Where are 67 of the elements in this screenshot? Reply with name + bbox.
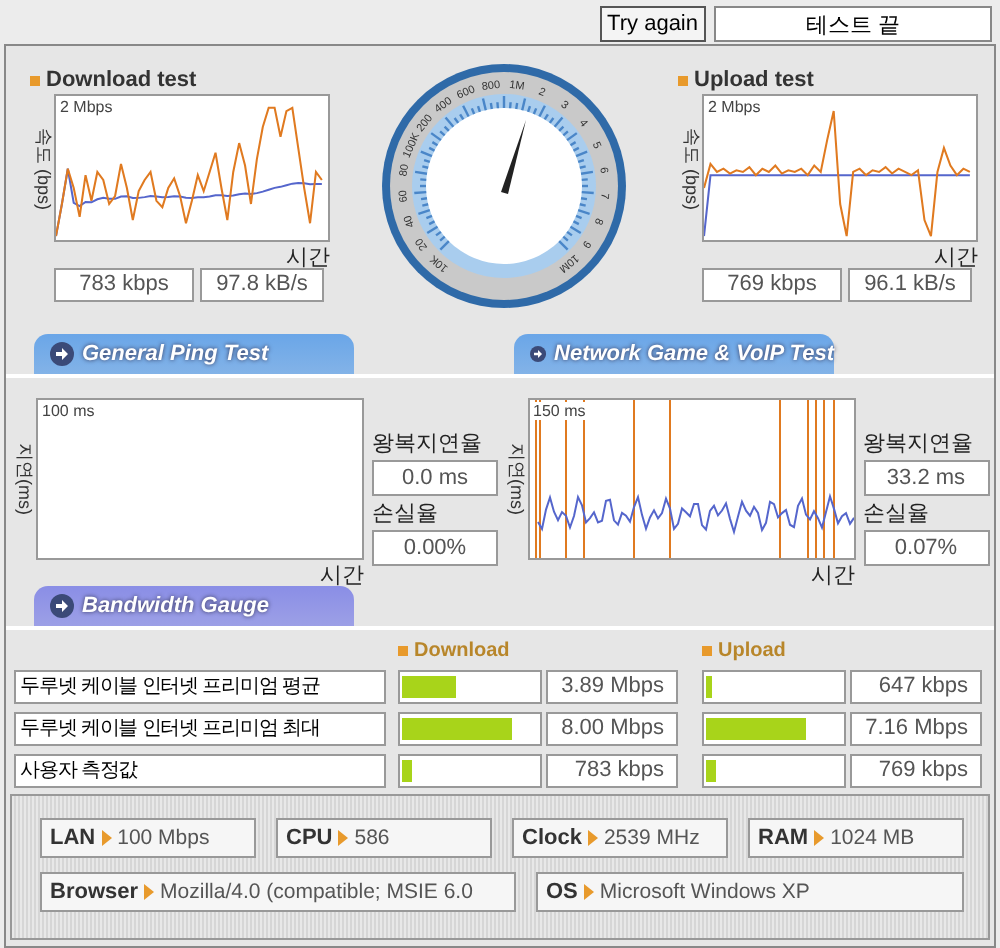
latency-label: 왕복지연율 bbox=[372, 430, 484, 458]
upload-title: Upload test bbox=[694, 68, 814, 92]
loss-label: 손실율 bbox=[372, 500, 440, 528]
speed-value: 7.16 Mbps bbox=[850, 712, 982, 746]
speed-value: 8.00 Mbps bbox=[546, 712, 678, 746]
bullet-icon bbox=[702, 646, 712, 656]
bullet-icon bbox=[30, 75, 40, 85]
loss-field: 0.00% bbox=[372, 530, 498, 566]
info-value: 2539 MHz bbox=[603, 826, 700, 850]
info-label: RAM bbox=[758, 826, 809, 850]
bullet-icon bbox=[398, 646, 408, 656]
axis-label: 지연(ms) bbox=[504, 443, 528, 515]
arrow-icon bbox=[144, 884, 155, 900]
axis-label: 지연(ms) bbox=[13, 443, 37, 515]
info-label: OS bbox=[546, 880, 578, 904]
info-label: CPU bbox=[286, 826, 333, 850]
status-field: 테스트 끝 bbox=[714, 6, 992, 42]
axis-label: 속도 (bps) bbox=[679, 127, 703, 209]
column-heading: Download bbox=[414, 640, 510, 662]
rate-readout: 769 kbps bbox=[702, 268, 842, 302]
speed-value: 769 kbps bbox=[850, 754, 982, 788]
info-value: Microsoft Windows XP bbox=[599, 880, 810, 904]
arrow-icon bbox=[583, 884, 594, 900]
info-label: Clock bbox=[522, 826, 582, 850]
row-label: 두루넷 케이블 인터넷 프리미엄 평균 bbox=[14, 670, 386, 704]
arrow-icon bbox=[587, 830, 598, 846]
row-label: 사용자 측정값 bbox=[14, 754, 386, 788]
axis-label: 속도 (bps) bbox=[31, 127, 55, 209]
speed-value: 647 kbps bbox=[850, 670, 982, 704]
axis-label: 시간 bbox=[320, 562, 364, 586]
scale-label: 150 ms bbox=[531, 402, 588, 420]
speed-value: 783 kbps bbox=[546, 754, 678, 788]
axis-label: 시간 bbox=[286, 244, 330, 268]
rate-readout: 783 kbps bbox=[54, 268, 194, 302]
info-value: 1024 MB bbox=[830, 826, 915, 850]
scale-label: 2 Mbps bbox=[706, 98, 763, 116]
section-title: General Ping Test bbox=[82, 342, 269, 366]
latency-field: 33.2 ms bbox=[863, 460, 989, 496]
latency-label: 왕복지연율 bbox=[863, 430, 975, 458]
info-label: LAN bbox=[50, 826, 96, 850]
arrow-circle-icon bbox=[530, 342, 547, 366]
axis-label: 시간 bbox=[934, 244, 978, 268]
scale-label: 100 ms bbox=[40, 402, 97, 420]
row-label: 두루넷 케이블 인터넷 프리미엄 최대 bbox=[14, 712, 386, 746]
section-title: Network Game & VoIP Test bbox=[554, 342, 834, 366]
info-value: Mozilla/4.0 (compatible; MSIE 6.0 bbox=[160, 880, 473, 904]
info-value: 586 bbox=[354, 826, 390, 850]
axis-label: 시간 bbox=[811, 562, 855, 586]
arrow-circle-icon bbox=[50, 342, 74, 366]
section-title: Bandwidth Gauge bbox=[82, 594, 269, 618]
loss-label: 손실율 bbox=[863, 500, 931, 528]
info-value: 100 Mbps bbox=[117, 826, 210, 850]
loss-field: 0.07% bbox=[863, 530, 989, 566]
column-heading: Upload bbox=[718, 640, 786, 662]
bullet-icon bbox=[678, 75, 688, 85]
latency-field: 0.0 ms bbox=[372, 460, 498, 496]
arrow-icon bbox=[101, 830, 112, 846]
speed-value: 3.89 Mbps bbox=[546, 670, 678, 704]
throughput-readout: 96.1 kB/s bbox=[848, 268, 972, 302]
throughput-readout: 97.8 kB/s bbox=[200, 268, 324, 302]
try-again-button[interactable]: Try again bbox=[599, 6, 706, 42]
arrow-icon bbox=[814, 830, 825, 846]
download-title: Download test bbox=[46, 68, 197, 92]
info-label: Browser bbox=[50, 880, 139, 904]
arrow-circle-icon bbox=[50, 594, 74, 618]
scale-label: 2 Mbps bbox=[58, 98, 115, 116]
arrow-icon bbox=[338, 830, 349, 846]
